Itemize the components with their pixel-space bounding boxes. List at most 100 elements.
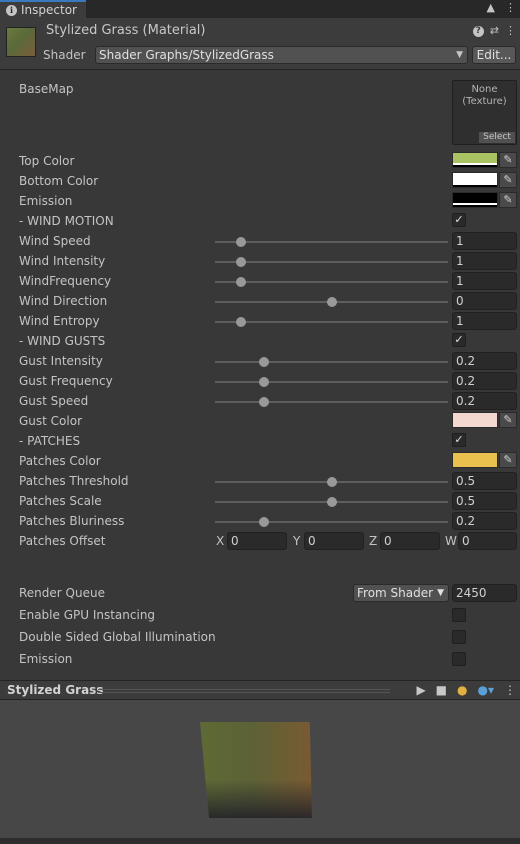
patches-label: - PATCHES <box>19 434 81 448</box>
alpha-bar <box>453 203 497 205</box>
patches-bluriness-field[interactable]: 0.2 <box>452 512 517 530</box>
preset-settings-icon[interactable]: ⇄ <box>490 24 499 38</box>
slider-thumb[interactable] <box>326 477 337 487</box>
emission-flag-checkbox[interactable] <box>452 652 466 666</box>
wind-speed-field[interactable]: 1 <box>452 232 517 250</box>
slider-thumb[interactable] <box>258 377 269 387</box>
lighting-icon[interactable]: ● <box>457 682 467 698</box>
offset-z-field[interactable]: 0 <box>380 532 440 550</box>
patches-scale-slider[interactable] <box>215 497 448 507</box>
wind-speed-label: Wind Speed <box>19 234 91 248</box>
gust-frequency-slider[interactable] <box>215 377 448 387</box>
preview-tools: ▶ ■ ● ●▾ ⋮ <box>416 682 516 698</box>
play-icon[interactable]: ▶ <box>416 682 425 698</box>
tab-inspector[interactable]: i Inspector <box>0 0 86 18</box>
alpha-bar <box>453 163 497 165</box>
texture-none-text: None (Texture) <box>462 84 507 107</box>
gust-intensity-field[interactable]: 0.2 <box>452 352 517 370</box>
eyedropper-icon[interactable]: ✎ <box>499 192 517 208</box>
help-icon[interactable]: ? <box>472 25 484 37</box>
gust-color-swatch[interactable] <box>452 412 498 428</box>
wind-direction-field[interactable]: 0 <box>452 292 517 310</box>
wind-frequency-field[interactable]: 1 <box>452 272 517 290</box>
patches-threshold-slider[interactable] <box>215 477 448 487</box>
gust-intensity-slider[interactable] <box>215 357 448 367</box>
preview-drag-handle[interactable] <box>98 689 390 693</box>
slider-thumb[interactable] <box>258 397 269 407</box>
alpha-bar-bg <box>453 165 497 167</box>
gust-color-label: Gust Color <box>19 414 83 428</box>
wind-entropy-slider[interactable] <box>215 317 448 327</box>
offset-x-field[interactable]: 0 <box>227 532 287 550</box>
eyedropper-icon[interactable]: ✎ <box>499 412 517 428</box>
render-queue-mode: From Shader <box>357 586 434 600</box>
tab-label: Inspector <box>21 3 77 17</box>
gpu-instancing-checkbox[interactable] <box>452 608 466 622</box>
patches-checkbox[interactable]: ✓ <box>452 433 466 447</box>
gust-frequency-field[interactable]: 0.2 <box>452 372 517 390</box>
bottom-strip <box>0 838 520 844</box>
texture-select-button[interactable]: Select <box>479 132 515 143</box>
material-title: Stylized Grass (Material) <box>46 23 206 38</box>
eyedropper-icon[interactable]: ✎ <box>499 172 517 188</box>
slider-thumb[interactable] <box>258 517 269 527</box>
wind-entropy-field[interactable]: 1 <box>452 312 517 330</box>
alpha-bar-bg <box>453 205 497 207</box>
patches-bluriness-label: Patches Bluriness <box>19 514 125 528</box>
more-options-icon[interactable]: ⋮ <box>505 1 516 15</box>
gust-frequency-label: Gust Frequency <box>19 374 113 388</box>
wind-intensity-field[interactable]: 1 <box>452 252 517 270</box>
offset-y-field[interactable]: 0 <box>304 532 364 550</box>
top-color-swatch[interactable] <box>452 152 498 168</box>
shader-dropdown[interactable]: Shader Graphs/StylizedGrass ▼ <box>95 46 468 64</box>
eyedropper-icon[interactable]: ✎ <box>499 452 517 468</box>
basemap-texture-slot[interactable]: None (Texture) Select <box>452 80 517 145</box>
chevron-down-icon: ▼ <box>456 50 463 60</box>
edit-shader-button[interactable]: Edit... <box>472 46 516 64</box>
patches-offset-label: Patches Offset <box>19 534 106 548</box>
shader-dropdown-value: Shader Graphs/StylizedGrass <box>99 48 274 62</box>
wind-motion-checkbox[interactable]: ✓ <box>452 213 466 227</box>
slider-thumb[interactable] <box>235 317 246 327</box>
bottom-color-swatch[interactable] <box>452 172 498 188</box>
wind-entropy-label: Wind Entropy <box>19 314 100 328</box>
emission-color-swatch[interactable] <box>452 192 498 208</box>
gust-speed-label: Gust Speed <box>19 394 89 408</box>
slider-thumb[interactable] <box>235 277 246 287</box>
wind-gusts-label: - WIND GUSTS <box>19 334 106 348</box>
emission-flag-label: Emission <box>19 652 73 666</box>
material-preview-quad <box>200 722 312 818</box>
offset-y-label: Y <box>293 534 301 548</box>
lock-icon[interactable]: ▲ <box>487 1 495 15</box>
double-sided-gi-checkbox[interactable] <box>452 630 466 644</box>
material-preview-thumbnail <box>6 27 36 57</box>
stop-icon[interactable]: ■ <box>436 682 447 698</box>
render-queue-field[interactable]: 2450 <box>452 584 517 602</box>
patches-color-swatch[interactable] <box>452 452 498 468</box>
wind-speed-slider[interactable] <box>215 237 448 247</box>
slider-thumb[interactable] <box>235 237 246 247</box>
info-icon: i <box>6 4 17 16</box>
patches-bluriness-slider[interactable] <box>215 517 448 527</box>
wind-gusts-checkbox[interactable]: ✓ <box>452 333 466 347</box>
eyedropper-icon[interactable]: ✎ <box>499 152 517 168</box>
wind-direction-slider[interactable] <box>215 297 448 307</box>
wind-frequency-slider[interactable] <box>215 277 448 287</box>
slider-thumb[interactable] <box>326 497 337 507</box>
render-queue-dropdown[interactable]: From Shader ▼ <box>353 584 449 602</box>
patches-color-label: Patches Color <box>19 454 101 468</box>
patches-threshold-field[interactable]: 0.5 <box>452 472 517 490</box>
basemap-label: BaseMap <box>19 82 74 96</box>
offset-w-field[interactable]: 0 <box>458 532 517 550</box>
gust-speed-slider[interactable] <box>215 397 448 407</box>
sphere-preview-icon[interactable]: ●▾ <box>478 682 495 698</box>
gust-speed-field[interactable]: 0.2 <box>452 392 517 410</box>
more-options-icon[interactable]: ⋮ <box>504 682 516 698</box>
slider-thumb[interactable] <box>235 257 246 267</box>
double-sided-gi-label: Double Sided Global Illumination <box>19 630 216 644</box>
patches-scale-field[interactable]: 0.5 <box>452 492 517 510</box>
slider-thumb[interactable] <box>258 357 269 367</box>
wind-intensity-slider[interactable] <box>215 257 448 267</box>
more-options-icon[interactable]: ⋮ <box>505 24 516 38</box>
slider-thumb[interactable] <box>326 297 337 307</box>
